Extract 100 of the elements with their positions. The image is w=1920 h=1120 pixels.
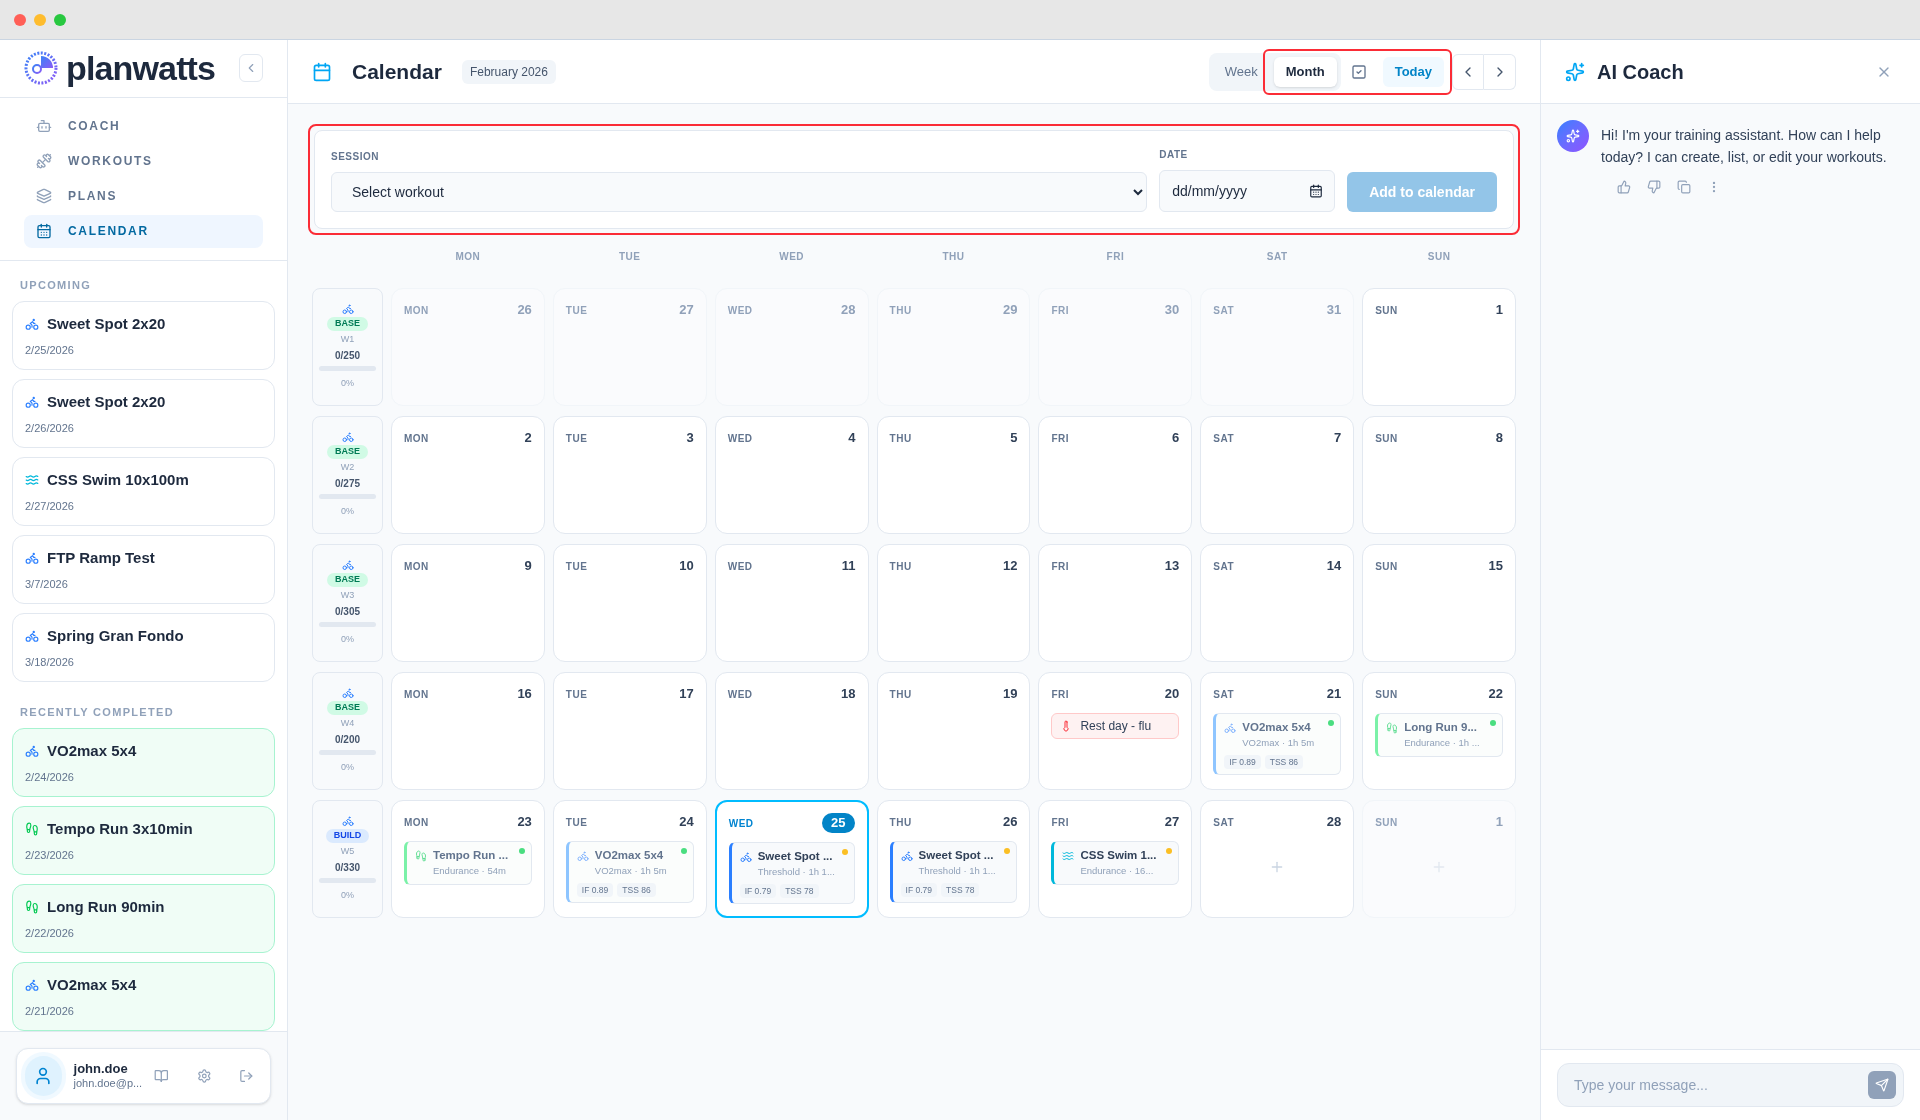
- message-field[interactable]: Type your message...: [1557, 1063, 1904, 1107]
- event-title: Long Run 9...: [1404, 720, 1477, 735]
- maximize-window-icon[interactable]: [54, 13, 66, 26]
- workout-event[interactable]: Long Run 9... Endurance · 1h ...: [1375, 713, 1503, 757]
- workout-card[interactable]: VO2max 5x4 2/24/2026: [12, 728, 275, 797]
- minimize-window-icon[interactable]: [34, 13, 46, 26]
- week-percent: 0%: [341, 889, 354, 902]
- next-button[interactable]: [1484, 53, 1516, 90]
- workout-card[interactable]: Tempo Run 3x10min 2/23/2026: [12, 806, 275, 875]
- view-tab[interactable]: Week: [1212, 56, 1270, 87]
- note-chip[interactable]: Rest day - flu: [1051, 713, 1180, 739]
- day-number: 27: [679, 301, 694, 320]
- day-cell[interactable]: THU 5: [876, 416, 1031, 534]
- day-cell[interactable]: WED 4: [714, 416, 869, 534]
- workout-event[interactable]: Sweet Spot ... Threshold · 1h 1... IF 0.79 TSS 78: [728, 842, 855, 905]
- workout-card[interactable]: FTP Ramp Test 3/7/2026: [12, 535, 275, 605]
- user-email: john.doe@p...: [73, 1077, 143, 1091]
- week-percent: 0%: [341, 633, 354, 646]
- nav-item[interactable]: WORKOUTS: [24, 144, 263, 178]
- workout-event[interactable]: Sweet Spot ... Threshold · 1h 1... IF 0.79 TSS 78: [889, 841, 1018, 904]
- day-number: 1: [1495, 813, 1503, 832]
- copy-icon[interactable]: [1677, 180, 1691, 194]
- bicycle-icon: [341, 559, 354, 571]
- day-cell[interactable]: MON 16: [391, 672, 545, 790]
- day-cell[interactable]: MON 9: [391, 544, 545, 662]
- weekday-header: TUE: [618, 250, 642, 264]
- day-cell[interactable]: TUE 3: [552, 416, 707, 534]
- workout-card[interactable]: Spring Gran Fondo 3/18/2026: [12, 613, 275, 683]
- day-cell[interactable]: WED 11: [714, 544, 869, 662]
- day-cell[interactable]: SUN 8: [1362, 416, 1516, 534]
- day-cell[interactable]: THU 19: [876, 672, 1031, 790]
- day-cell[interactable]: TUE 17: [552, 672, 707, 790]
- nav-item[interactable]: CALENDAR: [24, 214, 263, 248]
- day-cell[interactable]: SUN 15: [1362, 544, 1516, 662]
- workout-card[interactable]: Sweet Spot 2x20 2/25/2026: [12, 301, 275, 371]
- day-name: THU: [889, 431, 912, 446]
- bicycle-icon: [341, 431, 354, 443]
- bicycle-icon: [25, 395, 39, 410]
- workout-title: Sweet Spot 2x20: [47, 314, 166, 335]
- phase-badge: BASE: [327, 317, 368, 331]
- day-cell[interactable]: FRI 13: [1038, 544, 1193, 662]
- checkbox-icon[interactable]: [1350, 63, 1367, 80]
- day-cell[interactable]: SUN 22 Long Run 9... Endurance · 1h ...: [1362, 672, 1516, 790]
- day-cell[interactable]: FRI 6: [1038, 416, 1193, 534]
- day-cell[interactable]: TUE 24 VO2max 5x4 VO2max · 1h 5m IF 0.89 TSS 86: [552, 800, 707, 918]
- day-number: 22: [1488, 685, 1503, 704]
- day-number: 23: [517, 813, 532, 832]
- footprints-icon: [25, 822, 39, 837]
- workout-event[interactable]: Tempo Run ... Endurance · 54m: [404, 841, 532, 885]
- day-cell[interactable]: MON 2: [391, 416, 545, 534]
- day-cell[interactable]: THU 12: [876, 544, 1031, 662]
- day-number: 15: [1488, 557, 1503, 576]
- weekday-header: WED: [778, 250, 806, 264]
- event-subtitle: Endurance · 1h ...: [1403, 736, 1481, 751]
- day-number: 26: [517, 301, 532, 320]
- week-label: W4: [340, 716, 355, 730]
- logout-icon[interactable]: [239, 1068, 254, 1084]
- day-cell[interactable]: TUE 10: [552, 544, 707, 662]
- day-number: 30: [1164, 301, 1180, 320]
- nav-item[interactable]: PLANS: [24, 179, 263, 213]
- day-cell[interactable]: FRI 27 CSS Swim 1... Endurance · 16...: [1038, 800, 1193, 918]
- metric-tag: TSS 78: [780, 883, 819, 899]
- nav-item[interactable]: COACH: [24, 109, 263, 143]
- day-number: 28: [1326, 813, 1342, 832]
- week-load: 0/305: [335, 605, 360, 619]
- day-cell[interactable]: WED 25 Sweet Spot ... Threshold · 1h 1... IF 0.79 TSS 78: [714, 800, 869, 918]
- day-number: 7: [1333, 429, 1342, 448]
- workout-card[interactable]: Long Run 90min 2/22/2026: [12, 884, 275, 953]
- workout-card[interactable]: CSS Swim 10x100m 2/27/2026: [12, 457, 275, 527]
- thumbs-down-icon[interactable]: [1647, 180, 1661, 194]
- day-name: THU: [889, 559, 912, 574]
- workout-card[interactable]: VO2max 5x4 2/21/2026: [12, 962, 275, 1031]
- day-cell[interactable]: SAT 21 VO2max 5x4 VO2max · 1h 5m IF 0.89 TSS 86: [1200, 672, 1355, 790]
- day-cell[interactable]: SUN 1: [1362, 288, 1516, 406]
- assistant-avatar: [1557, 120, 1589, 152]
- day-cell[interactable]: WED 18: [714, 672, 869, 790]
- day-cell[interactable]: SAT 28: [1200, 800, 1355, 918]
- bicycle-icon: [900, 849, 913, 862]
- day-cell[interactable]: SAT 7: [1200, 416, 1355, 534]
- collapse-button[interactable]: [239, 54, 263, 83]
- event-title: VO2max 5x4: [594, 848, 664, 863]
- day-cell[interactable]: MON 23 Tempo Run ... Endurance · 54m: [391, 800, 545, 918]
- today-button[interactable]: Today: [1382, 56, 1444, 87]
- workout-event[interactable]: CSS Swim 1... Endurance · 16...: [1051, 841, 1180, 885]
- close-window-icon[interactable]: [14, 13, 26, 26]
- day-cell[interactable]: THU 26 Sweet Spot ... Threshold · 1h 1... IF 0.79 TSS 78: [876, 800, 1031, 918]
- thumbs-up-icon[interactable]: [1617, 180, 1631, 194]
- workout-event[interactable]: VO2max 5x4 VO2max · 1h 5m IF 0.89 TSS 86: [1213, 713, 1342, 776]
- previous-button[interactable]: [1452, 53, 1484, 90]
- settings-icon[interactable]: [196, 1068, 212, 1084]
- send-button[interactable]: [1868, 1071, 1896, 1099]
- day-cell[interactable]: SAT 14: [1200, 544, 1355, 662]
- view-tab[interactable]: Month: [1273, 56, 1337, 87]
- dumbbell-icon: [36, 153, 52, 170]
- book-icon[interactable]: [154, 1068, 169, 1084]
- day-cell[interactable]: FRI 20 Rest day - flu: [1038, 672, 1193, 790]
- workout-event[interactable]: VO2max 5x4 VO2max · 1h 5m IF 0.89 TSS 86: [565, 841, 694, 904]
- workout-card[interactable]: Sweet Spot 2x20 2/26/2026: [12, 379, 275, 449]
- day-name: SAT: [1213, 815, 1235, 830]
- day-number: 2: [524, 429, 532, 448]
